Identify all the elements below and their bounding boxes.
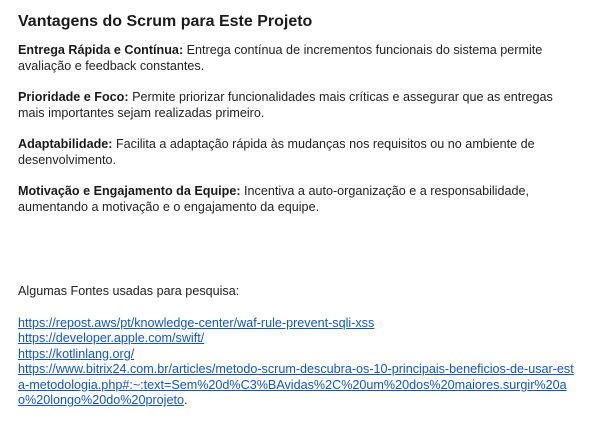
benefit-adaptability: Adaptabilidade: Facilita a adaptação ráp… — [18, 137, 576, 168]
sources-link-list: https://repost.aws/pt/knowledge-center/w… — [18, 316, 578, 409]
benefit-label: Motivação e Engajamento da Equipe: — [18, 184, 241, 198]
benefit-label: Prioridade e Foco: — [18, 90, 129, 104]
sources-heading: Algumas Fontes usadas para pesquisa: — [18, 284, 240, 298]
source-link-bitrix24[interactable]: https://www.bitrix24.com.br/articles/met… — [18, 362, 574, 407]
benefit-team-motivation: Motivação e Engajamento da Equipe: Incen… — [18, 184, 576, 215]
source-link-kotlin[interactable]: https://kotlinlang.org/ — [18, 347, 578, 363]
sources-section: Algumas Fontes usadas para pesquisa: htt… — [18, 284, 578, 409]
benefit-priority-focus: Prioridade e Foco: Permite priorizar fun… — [18, 90, 576, 121]
source-link-apple-swift[interactable]: https://developer.apple.com/swift/ — [18, 331, 578, 347]
benefit-label: Entrega Rápida e Contínua: — [18, 43, 184, 57]
source-link-bitrix-wrapper: https://www.bitrix24.com.br/articles/met… — [18, 362, 578, 409]
source-link-aws[interactable]: https://repost.aws/pt/knowledge-center/w… — [18, 316, 578, 332]
benefit-fast-delivery: Entrega Rápida e Contínua: Entrega contí… — [18, 43, 576, 74]
benefit-label: Adaptabilidade: — [18, 137, 113, 151]
trailing-period: . — [183, 393, 188, 407]
document-page: Vantagens do Scrum para Este Projeto Ent… — [0, 0, 594, 436]
document-title: Vantagens do Scrum para Este Projeto — [18, 13, 313, 30]
